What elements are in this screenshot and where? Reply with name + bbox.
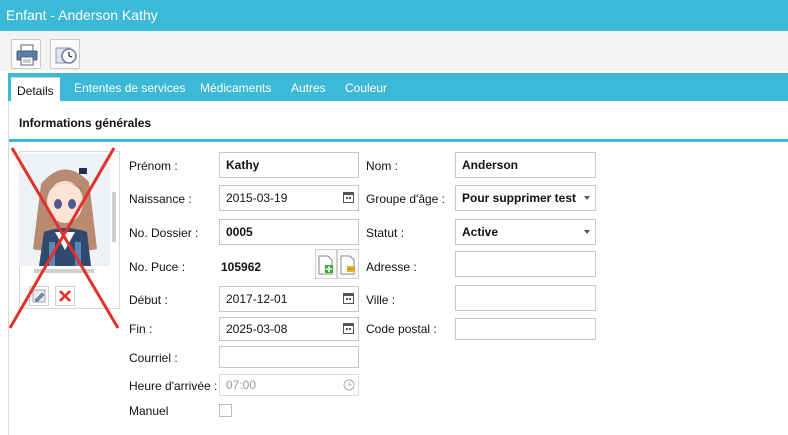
edit-puce-button[interactable] [337,249,359,279]
debut-label: Début : [129,293,168,307]
calendar-icon[interactable] [343,292,354,304]
prenom-label: Prénom : [129,159,178,173]
groupe-age-label: Groupe d'âge : [366,192,446,206]
puce-label: No. Puce : [129,260,186,274]
tab-medicaments[interactable]: Médicaments [200,73,271,101]
groupe-age-dropdown[interactable]: Pour supprimer test [455,185,596,211]
debut-value: 2017-12-01 [226,292,288,306]
edit-photo-button[interactable] [29,286,49,306]
child-photo [19,154,110,266]
printer-icon [16,44,38,66]
tab-couleur[interactable]: Couleur [345,73,387,101]
history-button[interactable] [50,39,80,69]
statut-value: Active [462,225,499,239]
ville-field[interactable] [455,285,596,311]
child-portrait-image [19,154,110,266]
print-button[interactable] [11,39,41,69]
tab-details[interactable]: Details [11,77,60,101]
courriel-label: Courriel : [129,351,178,365]
photo-vertical-scrollbar[interactable] [111,154,117,266]
debut-date-field[interactable]: 2017-12-01 [219,286,359,312]
toolbar [0,31,788,71]
pencil-icon [32,289,46,303]
fin-date-field[interactable]: 2025-03-08 [219,317,359,341]
manuel-label: Manuel [129,404,169,418]
chevron-down-icon[interactable] [584,230,590,234]
calendar-icon[interactable] [343,322,354,334]
adresse-label: Adresse : [366,260,417,274]
heure-arrivee-value: 07:00 [226,378,257,392]
clock-history-icon [55,47,77,64]
clock-icon[interactable] [343,379,355,391]
dossier-field[interactable]: 0005 [219,219,359,245]
heure-arrivee-field[interactable]: 07:00 [219,374,359,396]
tab-bar: Details Ententes de services Médicaments… [8,73,788,101]
fin-label: Fin : [129,322,153,336]
section-divider [9,139,788,142]
tab-autres[interactable]: Autres [291,73,326,101]
statut-dropdown[interactable]: Active [455,219,596,245]
prenom-field[interactable]: Kathy [219,152,359,178]
chevron-down-icon[interactable] [584,196,590,200]
naissance-label: Naissance : [129,192,192,206]
delete-x-icon [59,290,71,302]
calendar-icon[interactable] [343,191,354,203]
manuel-checkbox[interactable] [219,404,232,417]
statut-label: Statut : [366,226,405,240]
adresse-field[interactable] [455,251,596,277]
add-document-icon [318,255,333,275]
delete-photo-button[interactable] [55,286,75,306]
edit-document-icon [340,255,355,275]
fin-value: 2025-03-08 [226,322,288,336]
section-title: Informations générales [19,116,152,130]
photo-horizontal-scrollbar[interactable] [22,269,114,274]
nom-field[interactable]: Anderson [455,152,596,178]
code-postal-label: Code postal : [366,322,437,336]
code-postal-field[interactable] [455,318,596,340]
tab-ententes-de-services[interactable]: Ententes de services [74,73,185,101]
naissance-value: 2015-03-19 [226,191,288,205]
heure-arrivee-label: Heure d'arrivée : [129,379,218,393]
puce-value: 105962 [221,260,262,274]
naissance-date-field[interactable]: 2015-03-19 [219,185,359,211]
add-puce-button[interactable] [315,249,337,279]
window-title-bar: Enfant - Anderson Kathy [0,0,788,31]
courriel-field[interactable] [219,346,359,368]
nom-label: Nom : [366,159,399,173]
ville-label: Ville : [366,293,396,307]
groupe-age-value: Pour supprimer test [462,191,577,205]
dossier-label: No. Dossier : [129,226,199,240]
window-title: Enfant - Anderson Kathy [6,7,158,23]
